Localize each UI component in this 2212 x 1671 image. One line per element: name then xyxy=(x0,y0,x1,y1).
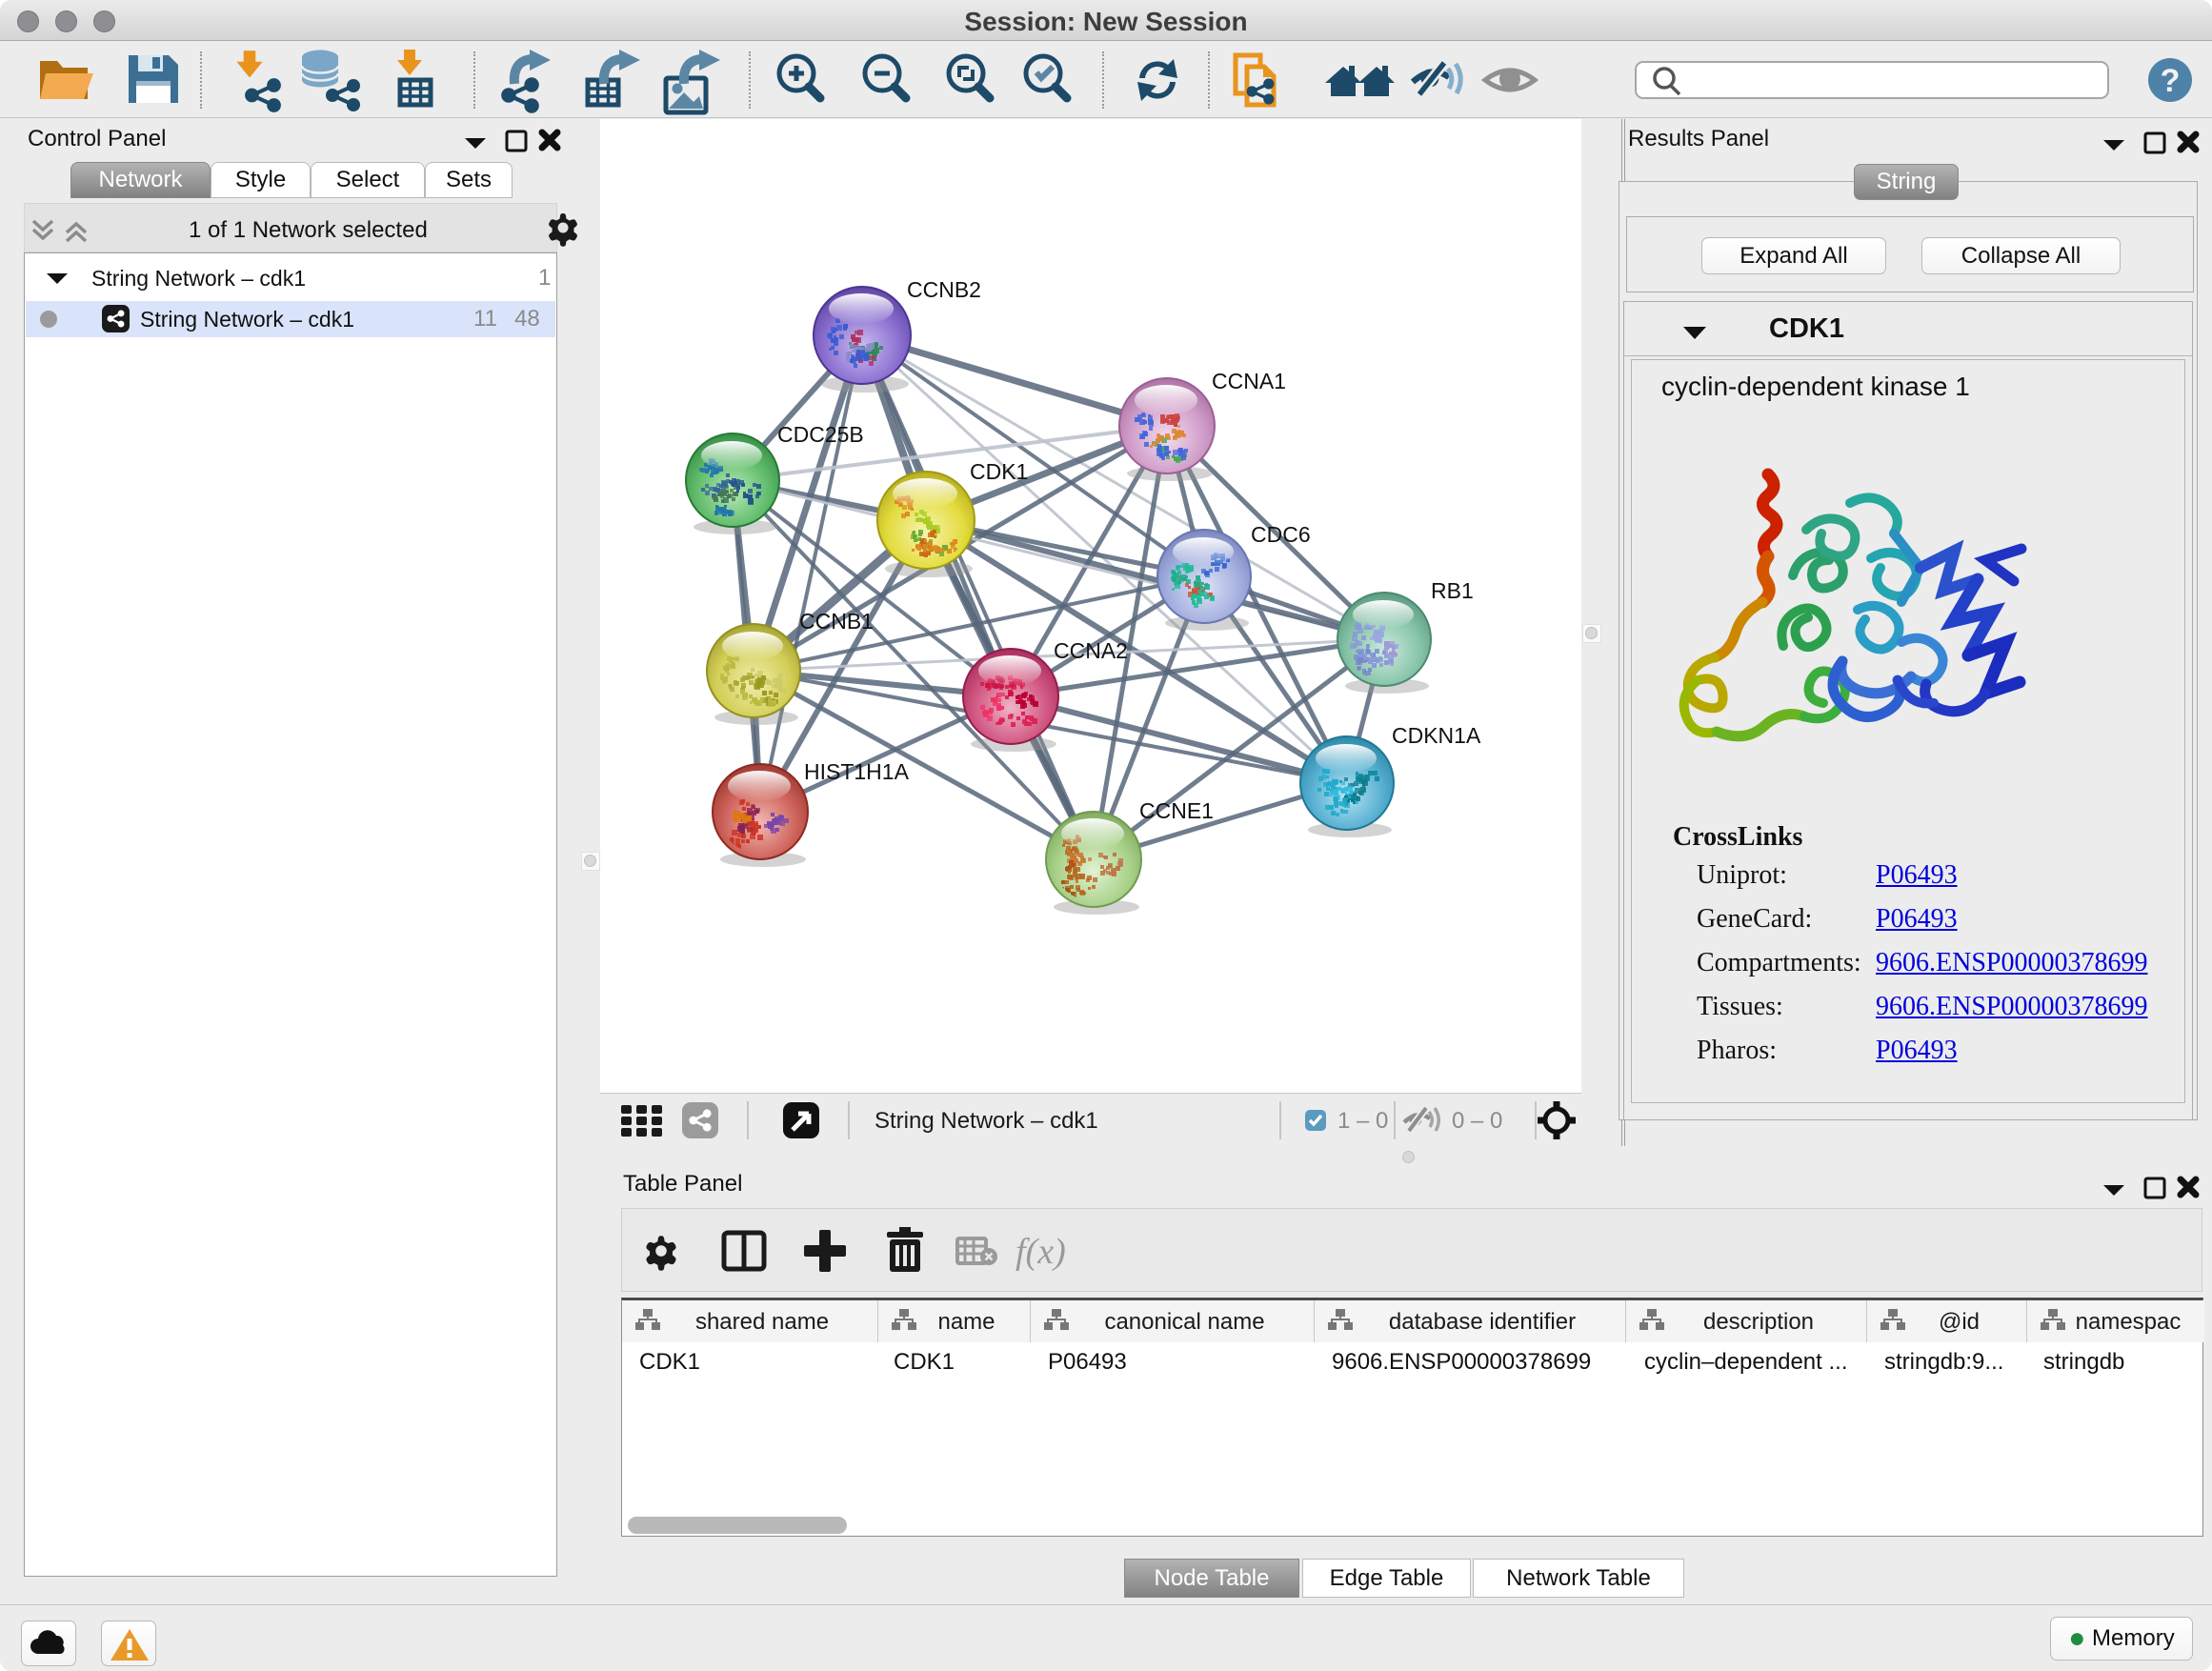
svg-text:CDC6: CDC6 xyxy=(1251,522,1311,547)
svg-text:String Network – cdk1: String Network – cdk1 xyxy=(875,1108,1098,1134)
svg-text:RB1: RB1 xyxy=(1431,578,1474,603)
svg-text:CCNE1: CCNE1 xyxy=(1139,798,1214,823)
svg-text:0 – 0: 0 – 0 xyxy=(1452,1108,1502,1134)
svg-text:CDC25B: CDC25B xyxy=(777,422,864,447)
svg-text:CCNA1: CCNA1 xyxy=(1212,369,1286,393)
svg-text:CDK1: CDK1 xyxy=(970,459,1028,484)
svg-text:CCNB1: CCNB1 xyxy=(799,609,874,634)
svg-text:CDKN1A: CDKN1A xyxy=(1392,723,1481,748)
svg-text:f(x): f(x) xyxy=(1016,1232,1066,1272)
svg-text:CCNA2: CCNA2 xyxy=(1054,638,1128,663)
svg-text:CCNB2: CCNB2 xyxy=(907,277,981,302)
svg-text:?: ? xyxy=(2161,63,2181,99)
svg-text:HIST1H1A: HIST1H1A xyxy=(804,759,910,784)
svg-text:1 – 0: 1 – 0 xyxy=(1337,1108,1388,1134)
